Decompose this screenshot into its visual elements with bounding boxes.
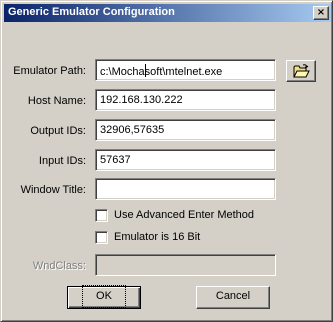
open-folder-icon bbox=[293, 64, 310, 78]
wndclass-input bbox=[95, 254, 276, 276]
window-title: Generic Emulator Configuration bbox=[8, 6, 175, 18]
window-title-label: Window Title: bbox=[20, 184, 86, 196]
emulator-16bit-label: Emulator is 16 Bit bbox=[114, 231, 201, 243]
host-name-input[interactable]: 192.168.130.222 bbox=[95, 89, 276, 111]
cancel-button[interactable]: Cancel bbox=[196, 286, 270, 309]
emulator-path-label: Emulator Path: bbox=[13, 65, 86, 77]
input-ids-label: Input IDs: bbox=[38, 155, 86, 167]
advanced-enter-checkbox[interactable] bbox=[95, 209, 108, 222]
host-name-label: Host Name: bbox=[27, 95, 86, 107]
emulator-16bit-checkbox[interactable] bbox=[95, 231, 108, 244]
output-ids-label: Output IDs: bbox=[30, 125, 86, 137]
wndclass-label: WndClass: bbox=[32, 260, 86, 272]
title-bar[interactable]: Generic Emulator Configuration × bbox=[4, 4, 331, 22]
ok-button-label: OK bbox=[82, 285, 126, 308]
close-icon: × bbox=[316, 7, 326, 18]
ok-button[interactable]: OK bbox=[67, 285, 141, 309]
emulator-path-input[interactable]: c:\Mochasoft\mtelnet.exe bbox=[95, 59, 276, 81]
window-title-input[interactable] bbox=[95, 178, 276, 200]
emulator-path-value-start: c:\Mocha bbox=[100, 66, 145, 78]
emulator-path-value-end: soft\mtelnet.exe bbox=[144, 66, 223, 78]
cancel-button-label: Cancel bbox=[215, 290, 251, 302]
close-button[interactable]: × bbox=[313, 6, 329, 20]
browse-button[interactable] bbox=[286, 60, 316, 82]
emulator-config-dialog: Generic Emulator Configuration × Emulato… bbox=[0, 0, 333, 322]
output-ids-input[interactable]: 32906,57635 bbox=[95, 119, 276, 141]
advanced-enter-label: Use Advanced Enter Method bbox=[114, 209, 255, 221]
input-ids-input[interactable]: 57637 bbox=[95, 149, 276, 171]
